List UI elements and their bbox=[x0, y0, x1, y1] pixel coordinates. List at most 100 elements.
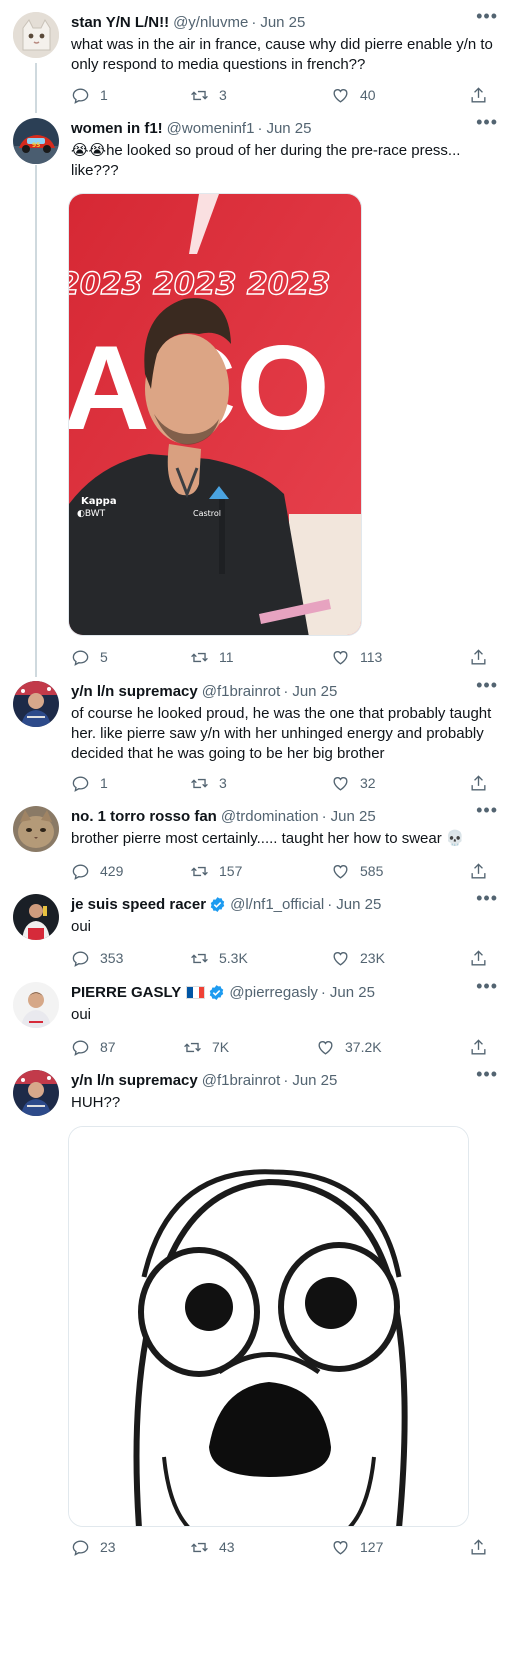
avatar[interactable] bbox=[13, 1070, 59, 1116]
retweet-count: 43 bbox=[219, 1539, 235, 1555]
reply-button[interactable]: 5 bbox=[71, 648, 108, 667]
user-handle[interactable]: @f1brainrot bbox=[202, 683, 281, 700]
heart-icon bbox=[333, 776, 348, 791]
thread-line bbox=[35, 165, 37, 677]
retweet-button[interactable]: 157 bbox=[190, 862, 242, 881]
retweet-count: 7K bbox=[212, 1039, 230, 1055]
share-button[interactable] bbox=[469, 862, 498, 881]
like-count: 127 bbox=[360, 1539, 384, 1555]
shocked-rage-face-image bbox=[69, 1127, 468, 1526]
avatar[interactable] bbox=[13, 894, 59, 940]
heart-icon bbox=[333, 864, 348, 879]
retweet-icon bbox=[191, 778, 208, 788]
tweet-date[interactable]: Jun 25 bbox=[336, 896, 381, 913]
reply-button[interactable]: 23 bbox=[71, 1538, 116, 1557]
like-button[interactable]: 127 bbox=[331, 1538, 383, 1557]
cat-icon bbox=[13, 12, 59, 58]
tweet-text-body: brother pierre most certainly..... taugh… bbox=[71, 830, 442, 847]
like-button[interactable]: 23K bbox=[331, 949, 385, 968]
like-button[interactable]: 113 bbox=[331, 648, 382, 667]
reply-count: 23 bbox=[100, 1539, 116, 1555]
retweet-icon bbox=[191, 90, 208, 100]
heart-icon bbox=[333, 88, 348, 103]
like-button[interactable]: 32 bbox=[331, 774, 376, 793]
retweet-button[interactable]: 3 bbox=[190, 774, 227, 793]
avatar[interactable]: 95 bbox=[13, 118, 59, 164]
more-dots-icon[interactable]: ••• bbox=[476, 800, 498, 821]
avatar[interactable] bbox=[13, 982, 59, 1028]
tweet-text-body: he looked so proud of her during the pre… bbox=[71, 142, 461, 179]
user-handle[interactable]: @pierregasly bbox=[229, 984, 318, 1001]
more-dots-icon[interactable]: ••• bbox=[476, 1064, 498, 1085]
tweet-date[interactable]: Jun 25 bbox=[266, 120, 311, 137]
tweet-header: women in f1! @womeninf1 · Jun 25 ••• bbox=[71, 112, 498, 138]
driver-portrait-icon bbox=[13, 982, 59, 1028]
user-handle[interactable]: @trdomination bbox=[221, 808, 319, 825]
user-handle[interactable]: @y/nluvme bbox=[173, 14, 248, 31]
display-name[interactable]: no. 1 torro rosso fan bbox=[71, 808, 217, 825]
display-name[interactable]: je suis speed racer bbox=[71, 896, 206, 913]
tweet-actions: 1 3 40 bbox=[71, 84, 498, 106]
tweet-date[interactable]: Jun 25 bbox=[292, 683, 337, 700]
like-button[interactable]: 585 bbox=[331, 862, 383, 881]
tweet-date[interactable]: Jun 25 bbox=[292, 1072, 337, 1089]
display-name[interactable]: y/n l/n supremacy bbox=[71, 683, 198, 700]
tweet-media-image[interactable] bbox=[68, 1126, 469, 1527]
tweet-date[interactable]: Jun 25 bbox=[331, 808, 376, 825]
like-button[interactable]: 40 bbox=[331, 86, 376, 105]
user-handle[interactable]: @womeninf1 bbox=[167, 120, 255, 137]
share-button[interactable] bbox=[469, 949, 498, 968]
user-handle[interactable]: @l/nf1_official bbox=[230, 896, 324, 913]
reply-button[interactable]: 429 bbox=[71, 862, 123, 881]
display-name[interactable]: y/n l/n supremacy bbox=[71, 1072, 198, 1089]
share-icon bbox=[471, 648, 486, 665]
share-button[interactable] bbox=[469, 1038, 498, 1057]
share-button[interactable] bbox=[469, 1538, 498, 1557]
reply-button[interactable]: 1 bbox=[71, 86, 108, 105]
reply-count: 353 bbox=[100, 950, 124, 966]
avatar[interactable] bbox=[13, 681, 59, 727]
driver-photo-icon bbox=[13, 1070, 59, 1116]
tweet-date[interactable]: Jun 25 bbox=[330, 984, 375, 1001]
share-button[interactable] bbox=[469, 648, 498, 667]
verified-badge-icon bbox=[210, 896, 225, 912]
more-dots-icon[interactable]: ••• bbox=[476, 6, 498, 27]
retweet-count: 157 bbox=[219, 863, 243, 879]
banner-text: 2023 2023 2023 bbox=[69, 267, 330, 302]
avatar[interactable] bbox=[13, 12, 59, 58]
tweet-header: y/n l/n supremacy @f1brainrot · Jun 25 •… bbox=[71, 1064, 498, 1090]
display-name[interactable]: PIERRE GASLY bbox=[71, 984, 181, 1001]
share-button[interactable] bbox=[469, 774, 498, 793]
more-dots-icon[interactable]: ••• bbox=[476, 112, 498, 133]
reply-button[interactable]: 87 bbox=[71, 1038, 116, 1057]
retweet-button[interactable]: 7K bbox=[183, 1038, 229, 1057]
avatar[interactable] bbox=[13, 806, 59, 852]
press-conference-photo: 2023 2023 2023 ACO Kappa ◐BWT Castrol bbox=[69, 194, 361, 635]
tweet-media-photo[interactable]: 2023 2023 2023 ACO Kappa ◐BWT Castrol bbox=[68, 193, 362, 636]
tweet-header: je suis speed racer @l/nf1_official · Ju… bbox=[71, 888, 498, 914]
heart-icon bbox=[333, 1540, 348, 1555]
more-dots-icon[interactable]: ••• bbox=[476, 976, 498, 997]
more-dots-icon[interactable]: ••• bbox=[476, 888, 498, 909]
retweet-button[interactable]: 3 bbox=[190, 86, 227, 105]
user-handle[interactable]: @f1brainrot bbox=[202, 1072, 281, 1089]
reply-button[interactable]: 353 bbox=[71, 949, 123, 968]
tweet-header: no. 1 torro rosso fan @trdomination · Ju… bbox=[71, 800, 498, 826]
display-name[interactable]: stan Y/N L/N!! bbox=[71, 14, 169, 31]
retweet-button[interactable]: 43 bbox=[190, 1538, 235, 1557]
reply-icon bbox=[72, 649, 89, 666]
tweet-header: PIERRE GASLY @pierregasly · Jun 25 ••• bbox=[71, 976, 498, 1002]
more-dots-icon[interactable]: ••• bbox=[476, 675, 498, 696]
tweet-date[interactable]: Jun 25 bbox=[260, 14, 305, 31]
retweet-button[interactable]: 11 bbox=[190, 648, 234, 667]
podium-photo-icon bbox=[13, 894, 59, 940]
share-button[interactable] bbox=[469, 86, 498, 105]
like-button[interactable]: 37.2K bbox=[316, 1038, 382, 1057]
like-count: 113 bbox=[360, 649, 383, 665]
reply-button[interactable]: 1 bbox=[71, 774, 108, 793]
reply-icon bbox=[72, 1539, 89, 1556]
display-name[interactable]: women in f1! bbox=[71, 120, 163, 137]
retweet-button[interactable]: 5.3K bbox=[190, 949, 248, 968]
retweet-icon bbox=[191, 652, 208, 662]
tweet-text: oui bbox=[71, 918, 92, 935]
